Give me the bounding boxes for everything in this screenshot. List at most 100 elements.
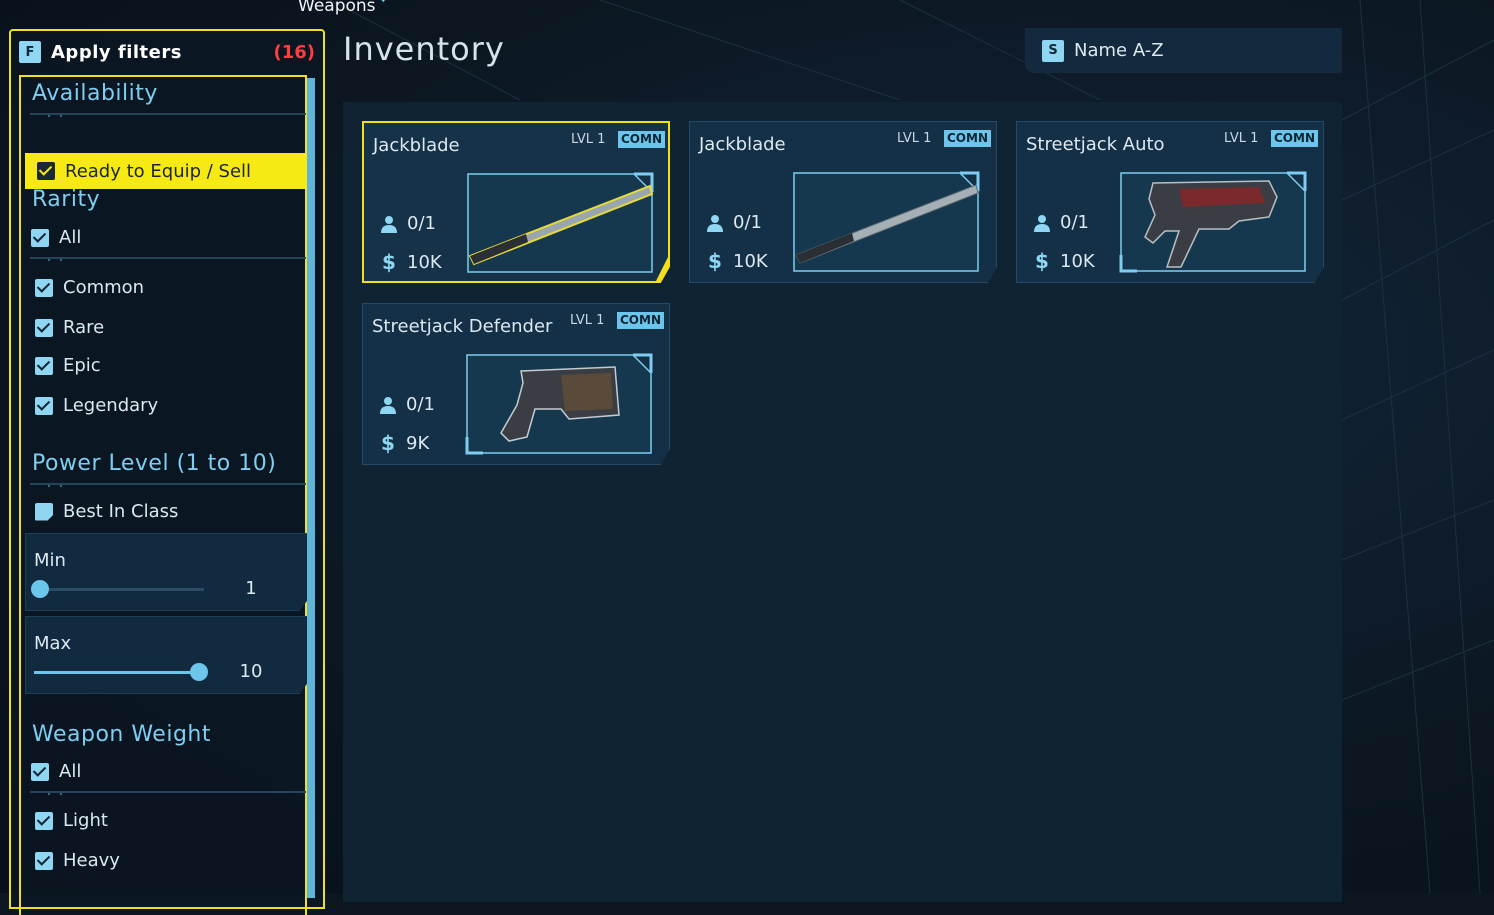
weapon-level: LVL 1 <box>1224 131 1258 146</box>
slider-track[interactable] <box>34 588 204 591</box>
section-weight-title: Weapon Weight <box>32 722 211 747</box>
person-icon <box>378 396 398 414</box>
price: $ 10K <box>379 250 442 274</box>
weapon-image <box>465 353 653 457</box>
rarity-badge: COMN <box>1271 130 1318 147</box>
checkbox-checked-icon <box>31 763 49 781</box>
filter-label: Heavy <box>63 850 120 871</box>
weapon-name: Jackblade <box>699 134 786 155</box>
weapon-level: LVL 1 <box>897 131 931 146</box>
section-availability-title: Availability <box>32 81 158 106</box>
owned-count: 0/1 <box>1032 212 1089 233</box>
slider-thumb[interactable] <box>31 580 49 598</box>
checkbox-unchecked-icon <box>35 503 53 521</box>
checkbox-checked-icon <box>35 357 53 375</box>
filter-ready-to-equip[interactable]: Ready to Equip / Sell <box>25 153 311 189</box>
weapon-card[interactable]: Streetjack Auto LVL 1 COMN 0/1 $ 10K <box>1016 121 1324 283</box>
filter-list: Availability Ready to Equip / Sell Rarit… <box>19 75 307 915</box>
checkbox-checked-icon <box>35 397 53 415</box>
sort-dropdown[interactable]: S Name A-Z <box>1025 28 1342 73</box>
slider-track[interactable] <box>34 671 204 674</box>
filter-key-badge: F <box>19 41 41 63</box>
owned-value: 0/1 <box>1060 212 1089 233</box>
rarity-badge: COMN <box>618 131 665 148</box>
price: $ 10K <box>705 249 768 273</box>
filter-rarity-legendary[interactable]: Legendary <box>35 395 158 416</box>
filter-rarity-rare[interactable]: Rare <box>35 317 104 338</box>
checkbox-checked-icon <box>35 279 53 297</box>
price-value: 10K <box>1060 251 1095 272</box>
person-icon <box>705 214 725 232</box>
filter-label: Epic <box>63 355 101 376</box>
price-value: 10K <box>733 251 768 272</box>
filter-rarity-epic[interactable]: Epic <box>35 355 101 376</box>
page-title: Inventory <box>343 30 505 68</box>
checkbox-checked-icon <box>35 319 53 337</box>
weapon-image <box>1119 171 1307 275</box>
filter-weight-all[interactable]: All <box>31 761 81 782</box>
filter-rarity-all[interactable]: All <box>31 227 81 248</box>
slider-label: Min <box>34 550 66 571</box>
sort-key-badge: S <box>1042 40 1064 62</box>
weapon-image <box>792 171 980 275</box>
dollar-icon: $ <box>705 249 725 273</box>
apply-filters-button[interactable]: F Apply filters (16) <box>11 31 323 73</box>
filter-count: (16) <box>273 42 315 63</box>
section-divider <box>30 257 306 259</box>
filter-label: Ready to Equip / Sell <box>65 161 251 182</box>
filter-label: Best In Class <box>63 501 178 522</box>
breadcrumb-label: Weapons <box>298 0 376 16</box>
section-divider <box>30 113 306 115</box>
sparkle-icon: ✦ <box>380 0 388 6</box>
weapon-name: Streetjack Auto <box>1026 134 1165 155</box>
rarity-badge: COMN <box>944 130 991 147</box>
dollar-icon: $ <box>379 250 399 274</box>
breadcrumb: Weapons ✦ <box>298 0 387 16</box>
filter-label: All <box>59 227 81 248</box>
filter-label: Light <box>63 810 108 831</box>
price-value: 10K <box>407 252 442 273</box>
filter-label: All <box>59 761 81 782</box>
weapon-name: Streetjack Defender <box>372 316 552 337</box>
filter-weight-heavy[interactable]: Heavy <box>35 850 120 871</box>
owned-count: 0/1 <box>378 394 435 415</box>
price-value: 9K <box>406 433 429 454</box>
price: $ 9K <box>378 431 429 455</box>
weapon-name: Jackblade <box>373 135 460 156</box>
person-icon <box>379 215 399 233</box>
weapon-card[interactable]: Streetjack Defender LVL 1 COMN 0/1 $ 9K <box>362 303 670 465</box>
weapon-image <box>466 172 654 276</box>
person-icon <box>1032 214 1052 232</box>
filter-best-in-class[interactable]: Best In Class <box>35 501 178 522</box>
section-divider <box>30 791 306 793</box>
weapon-level: LVL 1 <box>571 132 605 147</box>
min-level-slider: Min 1 <box>25 533 311 611</box>
section-rarity-title: Rarity <box>32 187 100 212</box>
checkbox-checked-icon <box>35 852 53 870</box>
filter-title: Apply filters <box>51 42 182 63</box>
slider-value: 1 <box>236 578 266 599</box>
slider-value: 10 <box>236 661 266 682</box>
weapon-card[interactable]: Jackblade LVL 1 COMN 0/1 $ 10K <box>689 121 997 283</box>
filter-label: Legendary <box>63 395 158 416</box>
dollar-icon: $ <box>1032 249 1052 273</box>
filter-label: Rare <box>63 317 104 338</box>
owned-count: 0/1 <box>705 212 762 233</box>
rarity-badge: COMN <box>617 312 664 329</box>
dollar-icon: $ <box>378 431 398 455</box>
filter-label: Common <box>63 277 144 298</box>
slider-fill <box>34 671 199 674</box>
filter-rarity-common[interactable]: Common <box>35 277 144 298</box>
slider-thumb[interactable] <box>190 663 208 681</box>
slider-label: Max <box>34 633 71 654</box>
checkbox-checked-icon <box>31 229 49 247</box>
section-divider <box>30 483 306 485</box>
section-power-level-title: Power Level (1 to 10) <box>32 451 276 476</box>
price: $ 10K <box>1032 249 1095 273</box>
owned-value: 0/1 <box>407 213 436 234</box>
weapon-card[interactable]: Jackblade LVL 1 COMN 0/1 $ 10K <box>362 121 670 283</box>
filter-weight-light[interactable]: Light <box>35 810 108 831</box>
owned-value: 0/1 <box>406 394 435 415</box>
checkbox-checked-icon <box>35 812 53 830</box>
filter-scrollbar[interactable] <box>307 78 315 898</box>
